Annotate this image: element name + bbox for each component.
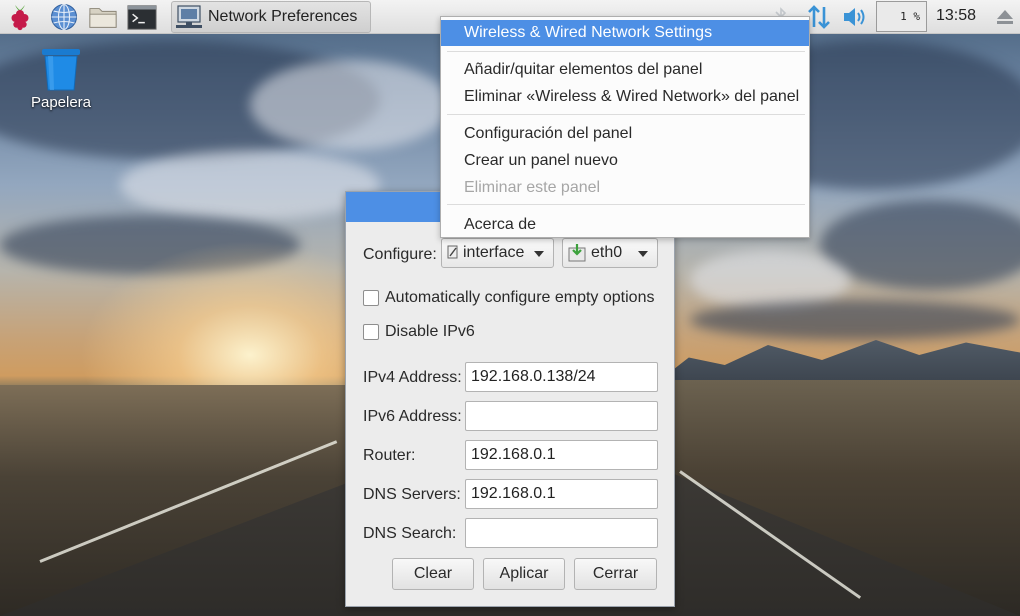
configure-label: Configure: — [363, 246, 437, 263]
configure-device-combo[interactable]: eth0 — [562, 238, 658, 268]
clock[interactable]: 13:58 — [936, 7, 976, 25]
web-browser-button[interactable] — [49, 2, 79, 32]
disable-ipv6-label: Disable IPv6 — [385, 323, 475, 340]
volume-icon — [844, 8, 865, 26]
globe-icon — [51, 3, 77, 31]
auto-configure-checkbox[interactable] — [363, 290, 379, 306]
cpu-usage-value: 1 % — [900, 10, 920, 23]
menu-item-remove-plugin[interactable]: Eliminar «Wireless & Wired Network» del … — [441, 84, 809, 110]
menu-item-network-settings[interactable]: Wireless & Wired Network Settings — [441, 20, 809, 46]
dns-search-field[interactable] — [465, 518, 658, 548]
terminal-icon — [127, 5, 157, 30]
eject-icon — [997, 10, 1013, 24]
router-label: Router: — [363, 447, 416, 464]
close-button[interactable]: Cerrar — [574, 558, 657, 590]
ipv4-label: IPv4 Address: — [363, 369, 462, 386]
network-preferences-dialog: Configure: interface eth0 Automatically … — [345, 191, 675, 607]
ipv4-address-field[interactable]: 192.168.0.138/24 — [465, 362, 658, 392]
chevron-down-icon — [638, 251, 648, 257]
volume-tray-button[interactable] — [840, 2, 870, 32]
menu-item-create-panel[interactable]: Crear un panel nuevo — [441, 148, 809, 174]
auto-configure-option[interactable]: Automatically configure empty options — [363, 289, 654, 307]
configure-device-value: eth0 — [591, 244, 623, 261]
cpu-usage-monitor[interactable]: 1 % — [876, 1, 927, 32]
taskbar-window-network-preferences[interactable]: Network Preferences — [171, 1, 371, 33]
network-monitor-icon — [176, 5, 202, 28]
dns-servers-field[interactable]: 192.168.0.1 — [465, 479, 658, 509]
disable-ipv6-option[interactable]: Disable IPv6 — [363, 323, 475, 341]
dns-search-label: DNS Search: — [363, 525, 457, 542]
raspberry-menu-button[interactable] — [5, 2, 35, 32]
ipv6-label: IPv6 Address: — [363, 408, 462, 425]
menu-item-panel-settings[interactable]: Configuración del panel — [441, 121, 809, 147]
configure-type-value: interface — [463, 244, 525, 261]
menu-item-about[interactable]: Acerca de — [441, 212, 809, 238]
menu-item-add-remove-panel-items[interactable]: Añadir/quitar elementos del panel — [441, 57, 809, 83]
chevron-down-icon — [534, 251, 544, 257]
auto-configure-label: Automatically configure empty options — [385, 289, 655, 306]
ethernet-port-icon — [568, 244, 586, 262]
menu-item-delete-panel: Eliminar este panel — [464, 179, 601, 196]
taskbar-window-label: Network Preferences — [208, 8, 358, 25]
folder-icon — [89, 8, 117, 28]
menu-separator — [447, 51, 805, 52]
desktop-icon-trash[interactable]: Papelera — [18, 46, 104, 111]
configure-type-combo[interactable]: interface — [441, 238, 554, 268]
panel-context-menu: Wireless & Wired Network Settings Añadir… — [440, 16, 810, 238]
menu-separator — [447, 204, 805, 205]
apply-button[interactable]: Aplicar — [483, 558, 565, 590]
terminal-button[interactable] — [127, 2, 157, 32]
trash-icon — [42, 49, 80, 91]
menu-separator — [447, 114, 805, 115]
eject-tray-button[interactable] — [990, 2, 1020, 32]
disable-ipv6-checkbox[interactable] — [363, 324, 379, 340]
desktop-icon-label: Papelera — [30, 94, 92, 111]
raspberry-icon — [11, 5, 29, 31]
pencil-icon — [447, 245, 458, 259]
ipv6-address-field[interactable] — [465, 401, 658, 431]
router-field[interactable]: 192.168.0.1 — [465, 440, 658, 470]
file-manager-button[interactable] — [88, 2, 118, 32]
dns-servers-label: DNS Servers: — [363, 486, 461, 503]
clear-button[interactable]: Clear — [392, 558, 474, 590]
